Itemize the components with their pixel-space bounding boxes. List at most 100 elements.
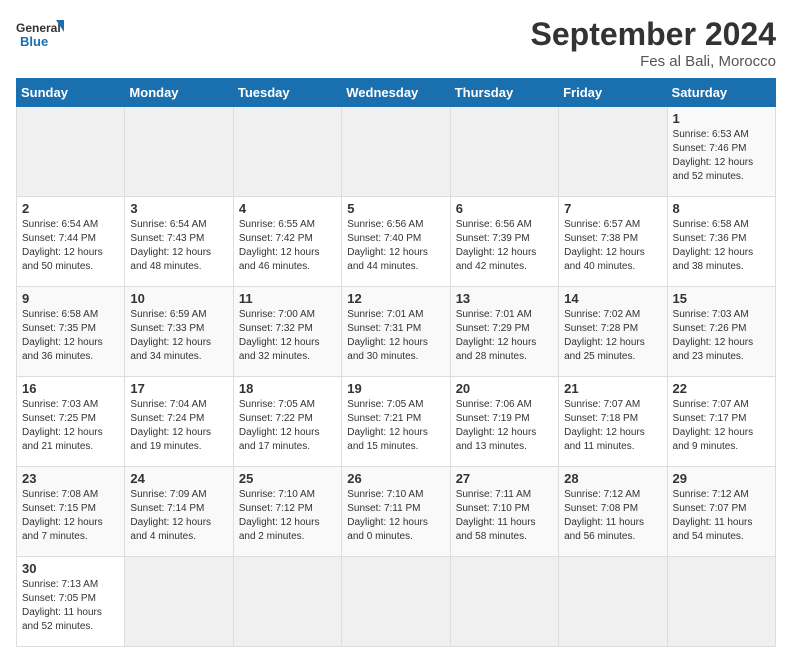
day-number: 25 [239,471,336,486]
day-info: Sunrise: 6:55 AM Sunset: 7:42 PM Dayligh… [239,218,336,274]
day-number: 29 [673,471,770,486]
day-number: 6 [456,201,553,216]
day-number: 7 [564,201,661,216]
day-number: 21 [564,381,661,396]
day-info: Sunrise: 7:05 AM Sunset: 7:22 PM Dayligh… [239,398,336,454]
calendar-cell [17,107,125,197]
location: Fes al Bali, Morocco [531,53,776,70]
weekday-header-monday: Monday [125,79,233,107]
day-info: Sunrise: 7:07 AM Sunset: 7:17 PM Dayligh… [673,398,770,454]
day-info: Sunrise: 7:09 AM Sunset: 7:14 PM Dayligh… [130,488,227,544]
day-info: Sunrise: 7:10 AM Sunset: 7:11 PM Dayligh… [347,488,444,544]
calendar-cell: 30Sunrise: 7:13 AM Sunset: 7:05 PM Dayli… [17,557,125,647]
calendar-cell: 26 Sunrise: 7:10 AM Sunset: 7:11 PM Dayli… [342,467,450,557]
calendar-cell: 14 Sunrise: 7:02 AM Sunset: 7:28 PM Dayli… [559,287,667,377]
day-number: 14 [564,291,661,306]
day-number: 27 [456,471,553,486]
day-info: Sunrise: 7:01 AM Sunset: 7:31 PM Dayligh… [347,308,444,364]
day-number: 8 [673,201,770,216]
logo: General Blue [16,16,66,60]
day-info: Sunrise: 7:12 AM Sunset: 7:07 PM Dayligh… [673,488,770,544]
day-number: 9 [22,291,119,306]
weekday-header-row: SundayMondayTuesdayWednesdayThursdayFrid… [17,79,776,107]
day-info: Sunrise: 7:03 AM Sunset: 7:26 PM Dayligh… [673,308,770,364]
calendar-row: 16Sunrise: 7:03 AM Sunset: 7:25 PM Dayli… [17,377,776,467]
page-header: General Blue September 2024 Fes al Bali,… [16,16,776,70]
weekday-header-wednesday: Wednesday [342,79,450,107]
calendar-cell: 3Sunrise: 6:54 AM Sunset: 7:43 PM Daylig… [125,197,233,287]
calendar-cell [342,557,450,647]
day-info: Sunrise: 7:08 AM Sunset: 7:15 PM Dayligh… [22,488,119,544]
day-number: 22 [673,381,770,396]
weekday-header-friday: Friday [559,79,667,107]
calendar-row: 9Sunrise: 6:58 AM Sunset: 7:35 PM Daylig… [17,287,776,377]
day-info: Sunrise: 7:12 AM Sunset: 7:08 PM Dayligh… [564,488,661,544]
calendar-cell: 9Sunrise: 6:58 AM Sunset: 7:35 PM Daylig… [17,287,125,377]
day-number: 13 [456,291,553,306]
calendar-cell: 4 Sunrise: 6:55 AM Sunset: 7:42 PM Daylig… [233,197,341,287]
day-number: 17 [130,381,227,396]
logo-svg: General Blue [16,16,66,60]
day-info: Sunrise: 6:59 AM Sunset: 7:33 PM Dayligh… [130,308,227,364]
weekday-header-thursday: Thursday [450,79,558,107]
calendar-row: 30Sunrise: 7:13 AM Sunset: 7:05 PM Dayli… [17,557,776,647]
calendar-cell: 11 Sunrise: 7:00 AM Sunset: 7:32 PM Dayli… [233,287,341,377]
day-number: 11 [239,291,336,306]
calendar-cell: 2 Sunrise: 6:54 AM Sunset: 7:44 PM Daylig… [17,197,125,287]
day-info: Sunrise: 6:53 AM Sunset: 7:46 PM Dayligh… [673,128,770,184]
calendar-row: 23 Sunrise: 7:08 AM Sunset: 7:15 PM Dayli… [17,467,776,557]
calendar-cell [125,107,233,197]
day-number: 12 [347,291,444,306]
day-info: Sunrise: 7:00 AM Sunset: 7:32 PM Dayligh… [239,308,336,364]
day-info: Sunrise: 7:11 AM Sunset: 7:10 PM Dayligh… [456,488,553,544]
day-info: Sunrise: 7:01 AM Sunset: 7:29 PM Dayligh… [456,308,553,364]
day-number: 23 [22,471,119,486]
day-info: Sunrise: 6:58 AM Sunset: 7:36 PM Dayligh… [673,218,770,274]
calendar-cell [342,107,450,197]
day-info: Sunrise: 7:05 AM Sunset: 7:21 PM Dayligh… [347,398,444,454]
calendar-cell [233,557,341,647]
calendar-cell: 10Sunrise: 6:59 AM Sunset: 7:33 PM Dayli… [125,287,233,377]
calendar-cell: 27 Sunrise: 7:11 AM Sunset: 7:10 PM Dayli… [450,467,558,557]
calendar-cell: 23 Sunrise: 7:08 AM Sunset: 7:15 PM Dayli… [17,467,125,557]
weekday-header-sunday: Sunday [17,79,125,107]
weekday-header-tuesday: Tuesday [233,79,341,107]
calendar-cell: 28Sunrise: 7:12 AM Sunset: 7:08 PM Dayli… [559,467,667,557]
calendar-cell [125,557,233,647]
calendar-cell: 7 Sunrise: 6:57 AM Sunset: 7:38 PM Daylig… [559,197,667,287]
day-number: 2 [22,201,119,216]
calendar-cell: 21Sunrise: 7:07 AM Sunset: 7:18 PM Dayli… [559,377,667,467]
svg-text:General: General [16,21,61,35]
day-number: 5 [347,201,444,216]
calendar-cell [559,557,667,647]
calendar-cell [233,107,341,197]
day-info: Sunrise: 7:04 AM Sunset: 7:24 PM Dayligh… [130,398,227,454]
calendar-cell: 20Sunrise: 7:06 AM Sunset: 7:19 PM Dayli… [450,377,558,467]
day-number: 16 [22,381,119,396]
calendar-cell: 1Sunrise: 6:53 AM Sunset: 7:46 PM Daylig… [667,107,775,197]
svg-text:Blue: Blue [20,34,48,49]
day-number: 26 [347,471,444,486]
calendar-cell: 22 Sunrise: 7:07 AM Sunset: 7:17 PM Dayli… [667,377,775,467]
title-section: September 2024 Fes al Bali, Morocco [531,16,776,70]
calendar-cell: 16Sunrise: 7:03 AM Sunset: 7:25 PM Dayli… [17,377,125,467]
calendar-cell: 15 Sunrise: 7:03 AM Sunset: 7:26 PM Dayli… [667,287,775,377]
month-title: September 2024 [531,16,776,53]
calendar-row: 1Sunrise: 6:53 AM Sunset: 7:46 PM Daylig… [17,107,776,197]
calendar-cell: 29 Sunrise: 7:12 AM Sunset: 7:07 PM Dayli… [667,467,775,557]
day-info: Sunrise: 6:54 AM Sunset: 7:43 PM Dayligh… [130,218,227,274]
weekday-header-saturday: Saturday [667,79,775,107]
day-info: Sunrise: 7:02 AM Sunset: 7:28 PM Dayligh… [564,308,661,364]
calendar-cell: 24Sunrise: 7:09 AM Sunset: 7:14 PM Dayli… [125,467,233,557]
day-info: Sunrise: 7:10 AM Sunset: 7:12 PM Dayligh… [239,488,336,544]
day-number: 15 [673,291,770,306]
day-info: Sunrise: 6:54 AM Sunset: 7:44 PM Dayligh… [22,218,119,274]
day-info: Sunrise: 7:06 AM Sunset: 7:19 PM Dayligh… [456,398,553,454]
calendar-cell: 6Sunrise: 6:56 AM Sunset: 7:39 PM Daylig… [450,197,558,287]
calendar-cell: 18Sunrise: 7:05 AM Sunset: 7:22 PM Dayli… [233,377,341,467]
calendar-cell: 13 Sunrise: 7:01 AM Sunset: 7:29 PM Dayli… [450,287,558,377]
day-info: Sunrise: 6:56 AM Sunset: 7:40 PM Dayligh… [347,218,444,274]
calendar-cell: 5 Sunrise: 6:56 AM Sunset: 7:40 PM Daylig… [342,197,450,287]
day-info: Sunrise: 6:57 AM Sunset: 7:38 PM Dayligh… [564,218,661,274]
day-number: 4 [239,201,336,216]
